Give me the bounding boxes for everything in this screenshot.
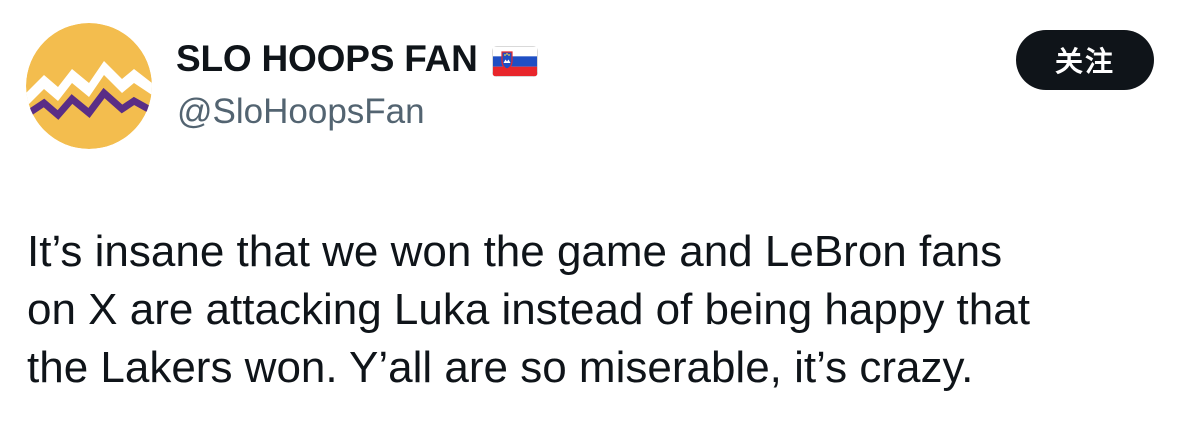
author-name-row: SLO HOOPS FAN: [176, 36, 538, 82]
slovenia-flag-icon: [491, 45, 538, 77]
tweet-text: It’s insane that we won the game and LeB…: [27, 223, 1192, 397]
mountain-logo-icon: [26, 23, 152, 149]
tweet-line: the Lakers won. Y’all are so miserable, …: [27, 343, 974, 392]
tweet-line: It’s insane that we won the game and LeB…: [27, 227, 1003, 276]
user-handle[interactable]: @SloHoopsFan: [177, 92, 425, 132]
tweet-line: on X are attacking Luka instead of being…: [27, 285, 1030, 334]
follow-button[interactable]: 关注: [1016, 30, 1154, 90]
display-name[interactable]: SLO HOOPS FAN: [176, 38, 478, 80]
avatar[interactable]: [26, 23, 152, 149]
